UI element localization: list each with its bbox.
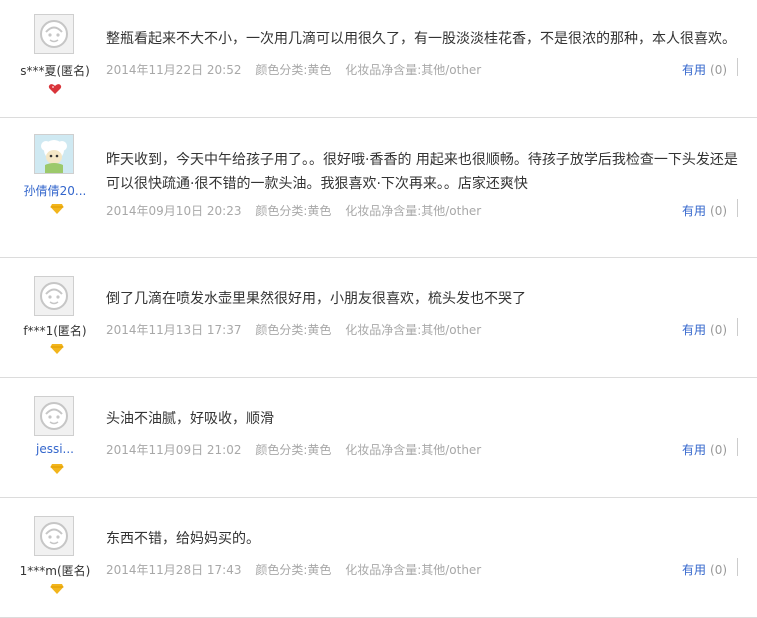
- review-username: s***夏(匿名): [20, 64, 90, 78]
- default-avatar-icon: [40, 522, 68, 550]
- default-avatar-icon: [40, 20, 68, 48]
- useful-button[interactable]: 有用 (0): [682, 61, 727, 78]
- review-username[interactable]: 孙倩倩20...: [0, 182, 110, 199]
- useful-button[interactable]: 有用 (0): [682, 441, 727, 458]
- useful-count: (0): [710, 443, 728, 457]
- useful-label[interactable]: 有用: [682, 323, 706, 337]
- divider: [737, 58, 738, 76]
- review-text: 昨天收到，今天中午给孩子用了。。很好哦·香香的 用起来也很顺畅。待孩子放学后我检…: [106, 152, 738, 192]
- review-username[interactable]: jessi...: [0, 442, 110, 456]
- useful-label[interactable]: 有用: [682, 204, 706, 218]
- color-category: 颜色分类:黄色: [255, 204, 332, 218]
- gold-diamond-badge-icon: [50, 580, 64, 594]
- color-category: 颜色分类:黄色: [255, 63, 332, 77]
- review-text: 东西不错，给妈妈买的。: [106, 531, 260, 547]
- useful-count: (0): [710, 323, 728, 337]
- color-category: 颜色分类:黄色: [255, 323, 332, 337]
- review-meta: 2014年09月10日 20:23 颜色分类:黄色 化妆品净含量:其他/othe…: [106, 202, 491, 219]
- gold-diamond-badge-icon: [50, 340, 64, 354]
- sheep-avatar-icon: [35, 135, 73, 173]
- review-item: f***1(匿名) 倒了几滴在喷发水壶里果然很好用，小朋友很喜欢，梳头发也不哭了…: [0, 258, 757, 378]
- net-content: 化妆品净含量:其他/other: [345, 63, 482, 77]
- review-meta: 2014年11月09日 21:02 颜色分类:黄色 化妆品净含量:其他/othe…: [106, 441, 491, 458]
- useful-label[interactable]: 有用: [682, 563, 706, 577]
- net-content: 化妆品净含量:其他/other: [345, 323, 482, 337]
- net-content: 化妆品净含量:其他/other: [345, 443, 482, 457]
- net-content: 化妆品净含量:其他/other: [345, 563, 482, 577]
- useful-button[interactable]: 有用 (0): [682, 561, 727, 578]
- review-username: f***1(匿名): [23, 324, 87, 338]
- avatar[interactable]: [34, 134, 74, 174]
- review-item: s***夏(匿名) 整瓶看起来不大不小，一次用几滴可以用很久了，有一股淡淡桂花香…: [0, 0, 757, 118]
- avatar[interactable]: [34, 276, 74, 316]
- review-text: 整瓶看起来不大不小，一次用几滴可以用很久了，有一股淡淡桂花香，不是很浓的那种，本…: [106, 31, 736, 47]
- divider: [737, 558, 738, 576]
- review-username: 1***m(匿名): [19, 564, 91, 578]
- avatar[interactable]: [34, 516, 74, 556]
- review-meta: 2014年11月22日 20:52 颜色分类:黄色 化妆品净含量:其他/othe…: [106, 61, 491, 78]
- default-avatar-icon: [40, 282, 68, 310]
- review-item: jessi... 头油不油腻，好吸收，顺滑 2014年11月09日 21:02 …: [0, 378, 757, 498]
- color-category: 颜色分类:黄色: [255, 443, 332, 457]
- gold-diamond-badge-icon: [50, 200, 64, 214]
- net-content: 化妆品净含量:其他/other: [345, 204, 482, 218]
- divider: [737, 318, 738, 336]
- review-date: 2014年09月10日 20:23: [106, 204, 242, 218]
- useful-button[interactable]: 有用 (0): [682, 202, 727, 219]
- red-heart-badge-icon: [48, 80, 62, 94]
- divider: [737, 199, 738, 217]
- review-date: 2014年11月22日 20:52: [106, 63, 242, 77]
- color-category: 颜色分类:黄色: [255, 563, 332, 577]
- review-item: 孙倩倩20... 昨天收到，今天中午给孩子用了。。很好哦·香香的 用起来也很顺畅…: [0, 118, 757, 258]
- review-date: 2014年11月09日 21:02: [106, 443, 242, 457]
- useful-count: (0): [710, 563, 728, 577]
- review-text: 倒了几滴在喷发水壶里果然很好用，小朋友很喜欢，梳头发也不哭了: [106, 291, 526, 307]
- review-date: 2014年11月28日 17:43: [106, 563, 242, 577]
- review-item: 1***m(匿名) 东西不错，给妈妈买的。 2014年11月28日 17:43 …: [0, 498, 757, 618]
- useful-label[interactable]: 有用: [682, 443, 706, 457]
- review-date: 2014年11月13日 17:37: [106, 323, 242, 337]
- useful-label[interactable]: 有用: [682, 63, 706, 77]
- divider: [737, 438, 738, 456]
- review-meta: 2014年11月13日 17:37 颜色分类:黄色 化妆品净含量:其他/othe…: [106, 321, 491, 338]
- useful-count: (0): [710, 63, 728, 77]
- useful-count: (0): [710, 204, 728, 218]
- default-avatar-icon: [40, 402, 68, 430]
- review-text: 头油不油腻，好吸收，顺滑: [106, 411, 274, 427]
- review-meta: 2014年11月28日 17:43 颜色分类:黄色 化妆品净含量:其他/othe…: [106, 561, 491, 578]
- avatar[interactable]: [34, 14, 74, 54]
- gold-diamond-badge-icon: [50, 460, 64, 474]
- avatar[interactable]: [34, 396, 74, 436]
- useful-button[interactable]: 有用 (0): [682, 321, 727, 338]
